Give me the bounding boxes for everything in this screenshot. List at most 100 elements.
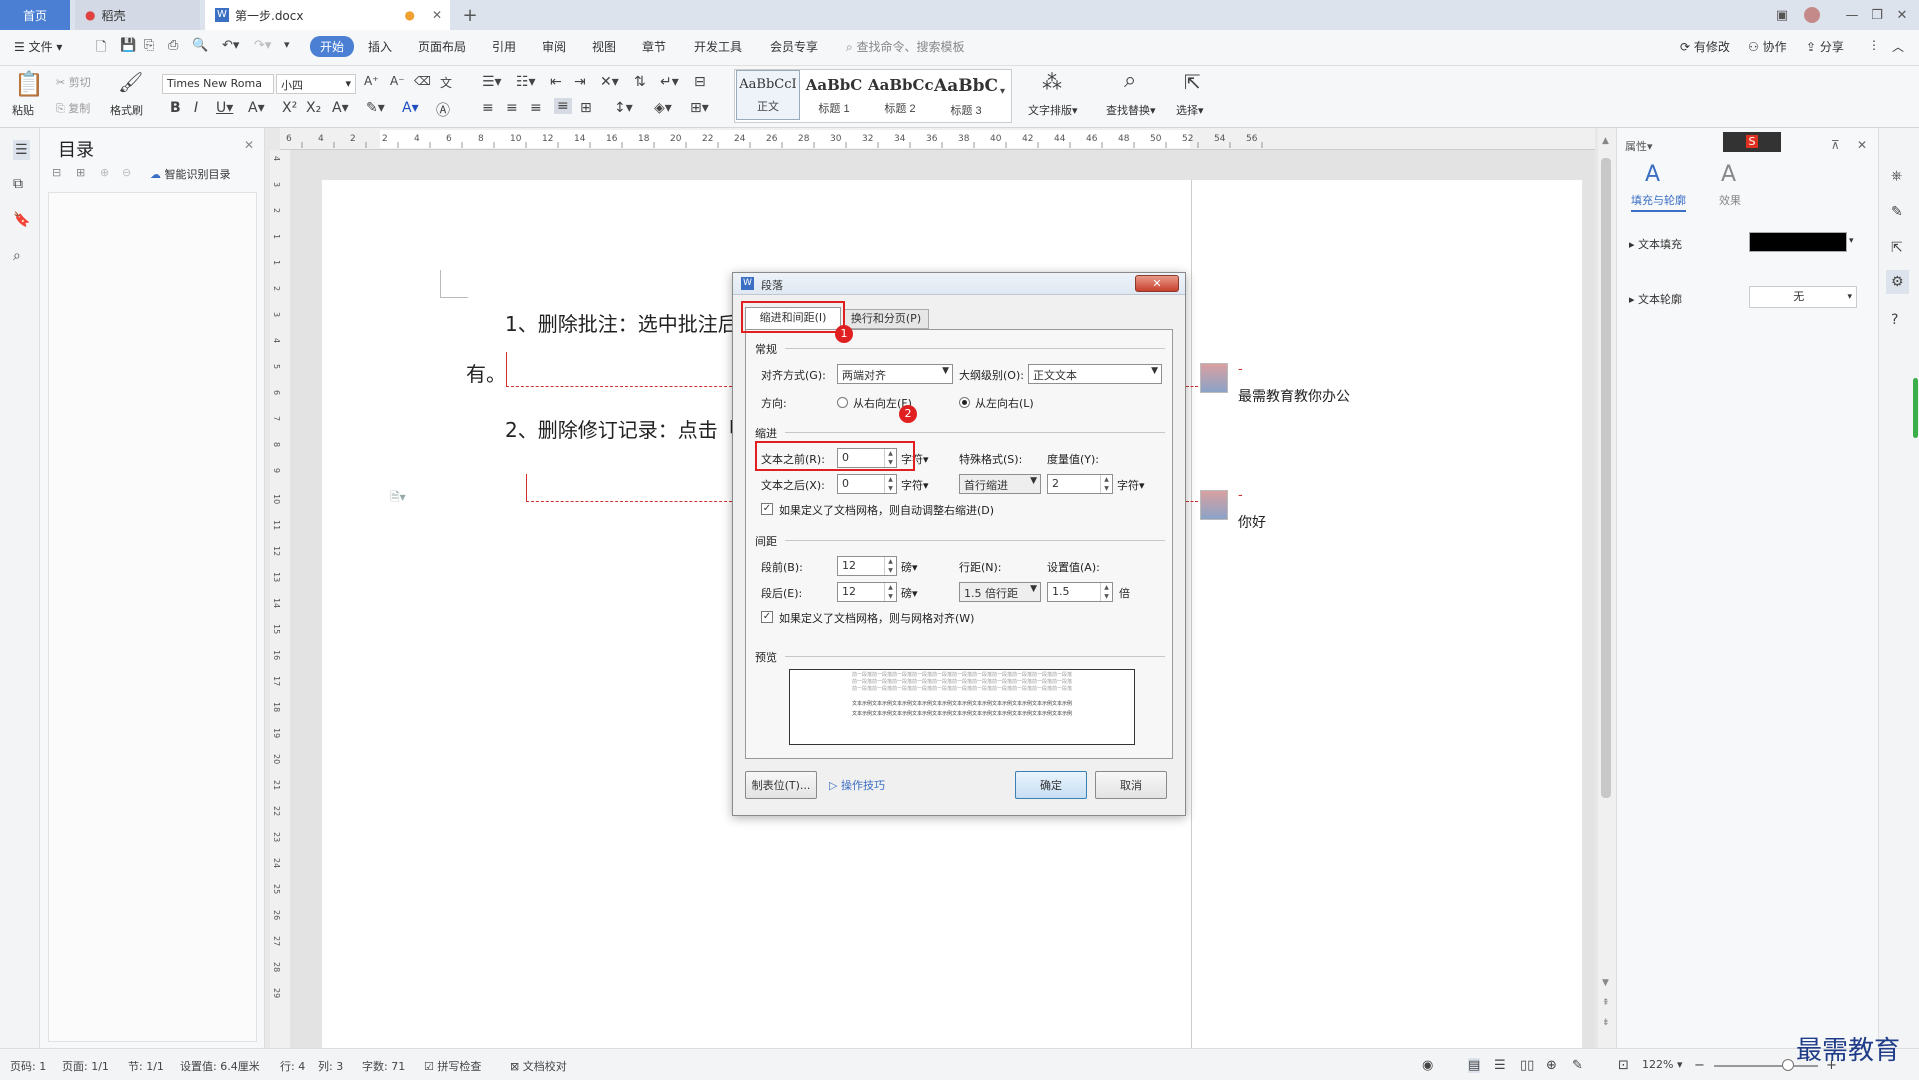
eye-protect-icon[interactable]: ◉ — [1422, 1058, 1433, 1073]
menu-chapter[interactable]: 章节 — [642, 38, 666, 55]
file-menu[interactable]: ☰ 文件 ▾ — [14, 38, 62, 55]
tab-fill-outline[interactable]: 填充与轮廓 — [1631, 192, 1686, 212]
properties-settings-icon[interactable]: ⚙ — [1886, 270, 1909, 294]
toc-remove-icon[interactable]: ⊖ — [122, 166, 131, 179]
dialog-close-button[interactable]: ✕ — [1135, 275, 1179, 292]
style-normal[interactable]: AaBbCcI 正文 — [736, 70, 800, 120]
find-replace-icon[interactable]: ⌕ — [1124, 68, 1136, 93]
command-search[interactable]: ⌕ 查找命令、搜索模板 — [846, 38, 965, 55]
text-fill-dropdown-icon[interactable]: ▾ — [1849, 236, 1854, 246]
show-marks-icon[interactable]: ↵▾ — [660, 74, 679, 90]
spinner-icon[interactable]: ▲ ▼ — [884, 557, 896, 575]
clear-format-icon[interactable]: ⌫ — [414, 74, 431, 88]
scroll-thumb[interactable] — [1601, 158, 1611, 798]
scroll-down-icon[interactable]: ▼ — [1602, 978, 1609, 988]
shape-style-icon[interactable]: ⎈ — [1891, 168, 1902, 184]
find-replace-button[interactable]: 查找替换▾ — [1106, 102, 1156, 118]
pin-icon[interactable]: ⊼ — [1831, 138, 1840, 152]
menu-insert[interactable]: 插入 — [368, 38, 392, 55]
page-view-icon[interactable]: ▤ — [1468, 1058, 1481, 1073]
distributed-icon[interactable]: ⊞ — [580, 100, 592, 116]
scroll-up-icon[interactable]: ▲ — [1602, 136, 1609, 146]
space-after-unit[interactable]: 磅▾ — [901, 585, 918, 601]
text-outline-label[interactable]: ▸ 文本轮廓 — [1629, 291, 1682, 307]
collaborate-button[interactable]: ⚇ 协作 — [1748, 38, 1787, 55]
print-icon[interactable]: ⎙ — [168, 38, 178, 53]
dialog-titlebar[interactable]: W 段落 ✕ — [733, 273, 1185, 295]
status-column[interactable]: 列: 3 — [318, 1058, 343, 1074]
nav-search-icon[interactable]: ⌕ — [13, 248, 21, 264]
format-painter-icon[interactable]: 🖌 — [118, 70, 143, 94]
avatar[interactable] — [1795, 0, 1829, 30]
ime-toolbar[interactable]: S — [1723, 132, 1781, 152]
space-after-input[interactable]: 12 ▲ ▼ — [837, 582, 897, 602]
paste-icon[interactable]: 📋 — [14, 70, 44, 98]
ok-button[interactable]: 确定 — [1015, 771, 1087, 799]
phonetic-icon[interactable]: 文 — [440, 74, 452, 91]
grid-indent-label[interactable]: 如果定义了文档网格，则自动调整右缩进(D) — [779, 502, 994, 518]
space-before-unit[interactable]: 磅▾ — [901, 559, 918, 575]
close-window-icon[interactable]: ✕ — [1885, 0, 1919, 30]
new-icon[interactable]: 🗋 — [96, 38, 106, 60]
status-pages[interactable]: 页面: 1/1 — [62, 1058, 109, 1074]
style-heading3[interactable]: AaBbC 标题 3 — [934, 70, 998, 120]
vertical-scrollbar[interactable]: ▲ ▼ ⇞ ⇟ — [1598, 128, 1616, 1048]
zoom-slider-thumb[interactable] — [1782, 1059, 1794, 1071]
indent-after-unit[interactable]: 字符▾ — [901, 477, 929, 493]
status-row[interactable]: 行: 4 — [280, 1058, 305, 1074]
export-icon[interactable]: ⎘ — [144, 38, 154, 53]
cancel-button[interactable]: 取消 — [1095, 771, 1167, 799]
status-word-count[interactable]: 字数: 71 — [362, 1058, 405, 1074]
menu-page-layout[interactable]: 页面布局 — [418, 38, 466, 55]
tab-daoke[interactable]: ● 稻壳 — [75, 0, 200, 30]
collapse-ribbon-icon[interactable]: ︿ — [1892, 38, 1904, 55]
doc-paragraph-1-end[interactable]: 有。 — [466, 358, 506, 387]
write-view-icon[interactable]: ✎ — [1572, 1058, 1583, 1073]
paste-label[interactable]: 粘贴 — [12, 102, 34, 118]
space-before-input[interactable]: 12 ▲ ▼ — [837, 556, 897, 576]
tab-line-page-break[interactable]: 换行和分页(P) — [843, 309, 929, 329]
layout-icon[interactable]: ▣ — [1765, 0, 1799, 30]
decrease-indent-icon[interactable]: ⇤ — [550, 74, 562, 90]
web-view-icon[interactable]: ⊕ — [1546, 1058, 1557, 1073]
align-center-icon[interactable]: ≡ — [506, 100, 518, 116]
new-tab-button[interactable]: + — [455, 0, 485, 30]
char-border-icon[interactable]: Ⓐ — [436, 100, 450, 120]
ltr-radio[interactable] — [959, 397, 970, 408]
spell-check-button[interactable]: ☑ 拼写检查 — [424, 1058, 481, 1074]
share-button[interactable]: ⇪ 分享 — [1806, 38, 1844, 55]
effects-icon[interactable]: A — [1721, 162, 1736, 187]
toc-add-icon[interactable]: ⊕ — [100, 166, 109, 179]
menu-developer[interactable]: 开发工具 — [694, 38, 742, 55]
subscript-icon[interactable]: X₂ — [306, 100, 321, 116]
grid-indent-checkbox[interactable]: ✓ — [761, 503, 773, 515]
has-changes-button[interactable]: ⟳ 有修改 — [1680, 38, 1730, 55]
font-size-select[interactable]: 小四 ▾ — [276, 74, 356, 94]
smart-toc-button[interactable]: ☁ 智能识别目录 — [150, 166, 231, 182]
measure-input[interactable]: 2 ▲ ▼ — [1047, 474, 1113, 494]
select-button[interactable]: 选择▾ — [1176, 102, 1204, 118]
bold-icon[interactable]: B — [170, 100, 181, 116]
tab-home[interactable]: 首页 — [0, 0, 70, 30]
menu-member[interactable]: 会员专享 — [770, 38, 818, 55]
copy-button[interactable]: ⎘ 复制 — [56, 100, 90, 116]
special-format-select[interactable]: 首行缩进 ▼ — [959, 474, 1041, 494]
indent-after-input[interactable]: 0 ▲ ▼ — [837, 474, 897, 494]
toc-nav-icon[interactable]: ☰ — [13, 140, 30, 160]
status-setting-value[interactable]: 设置值: 6.4厘米 — [180, 1058, 260, 1074]
format-painter-label[interactable]: 格式刷 — [110, 102, 143, 118]
close-tab-icon[interactable]: ✕ — [432, 8, 442, 22]
status-section[interactable]: 节: 1/1 — [128, 1058, 164, 1074]
doc-paragraph-2[interactable]: 2、删除修订记录：点击「 — [505, 414, 738, 443]
align-justify-icon[interactable]: ≡ — [554, 98, 572, 114]
doc-note-icon[interactable]: 🗎▾ — [390, 488, 406, 509]
undo-icon[interactable]: ↶▾ — [222, 38, 239, 53]
more-options-icon[interactable]: ⋮ — [1868, 38, 1880, 52]
align-left-icon[interactable]: ≡ — [482, 100, 494, 116]
preview-icon[interactable]: 🔍 — [192, 38, 208, 53]
save-icon[interactable]: 💾 — [120, 38, 136, 53]
zoom-out-icon[interactable]: − — [1694, 1058, 1705, 1073]
increase-indent-icon[interactable]: ⇥ — [574, 74, 586, 90]
spinner-icon[interactable]: ▲ ▼ — [1100, 583, 1112, 601]
edit-pen-icon[interactable]: ✎ — [1891, 204, 1903, 220]
